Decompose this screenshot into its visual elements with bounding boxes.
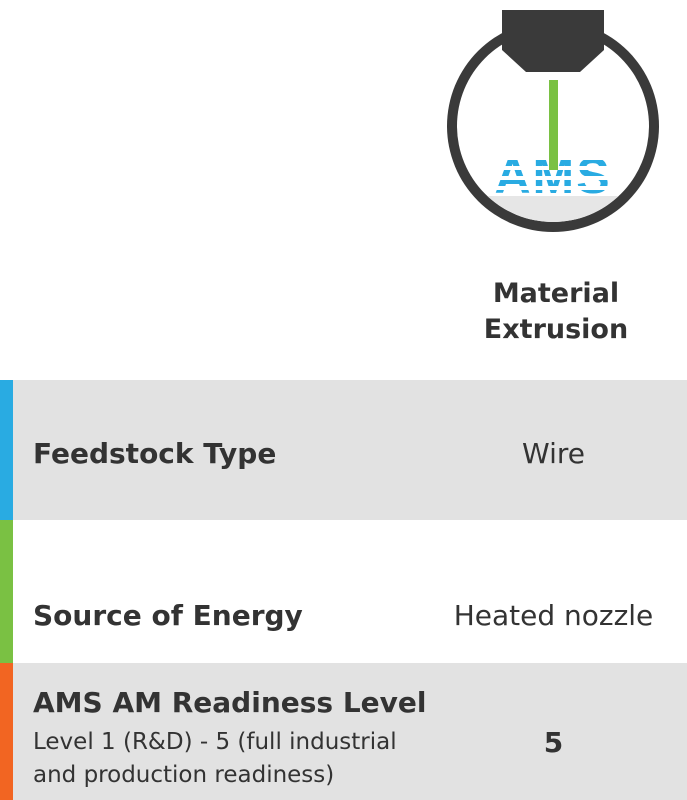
green-accent-bar — [0, 520, 13, 663]
ams-logo-text: AMS — [494, 148, 611, 204]
nozzle-icon — [502, 10, 604, 72]
orange-accent-bar — [0, 663, 13, 800]
readiness-level-label: AMS AM Readiness Level — [33, 686, 427, 719]
readiness-level-value: 5 — [543, 726, 564, 759]
source-of-energy-label: Source of Energy — [33, 599, 303, 632]
method-title: Material Extrusion — [436, 276, 676, 348]
feedstock-type-value: Wire — [522, 437, 585, 470]
feedstock-type-row: Feedstock Type Wire — [0, 380, 687, 520]
readiness-level-description: Level 1 (R&D) - 5 (full industrial and p… — [33, 729, 397, 788]
blue-accent-bar — [0, 380, 13, 520]
method-title-line1: Material — [492, 278, 620, 309]
source-of-energy-value: Heated nozzle — [453, 599, 654, 632]
material-extrusion-logo: AMS — [446, 10, 661, 235]
readiness-level-row: AMS AM Readiness Level Level 1 (R&D) - 5… — [0, 663, 687, 800]
feedstock-type-label: Feedstock Type — [33, 437, 277, 470]
method-title-line2: Extrusion — [483, 314, 629, 345]
source-of-energy-row: Source of Energy Heated nozzle — [0, 520, 687, 663]
